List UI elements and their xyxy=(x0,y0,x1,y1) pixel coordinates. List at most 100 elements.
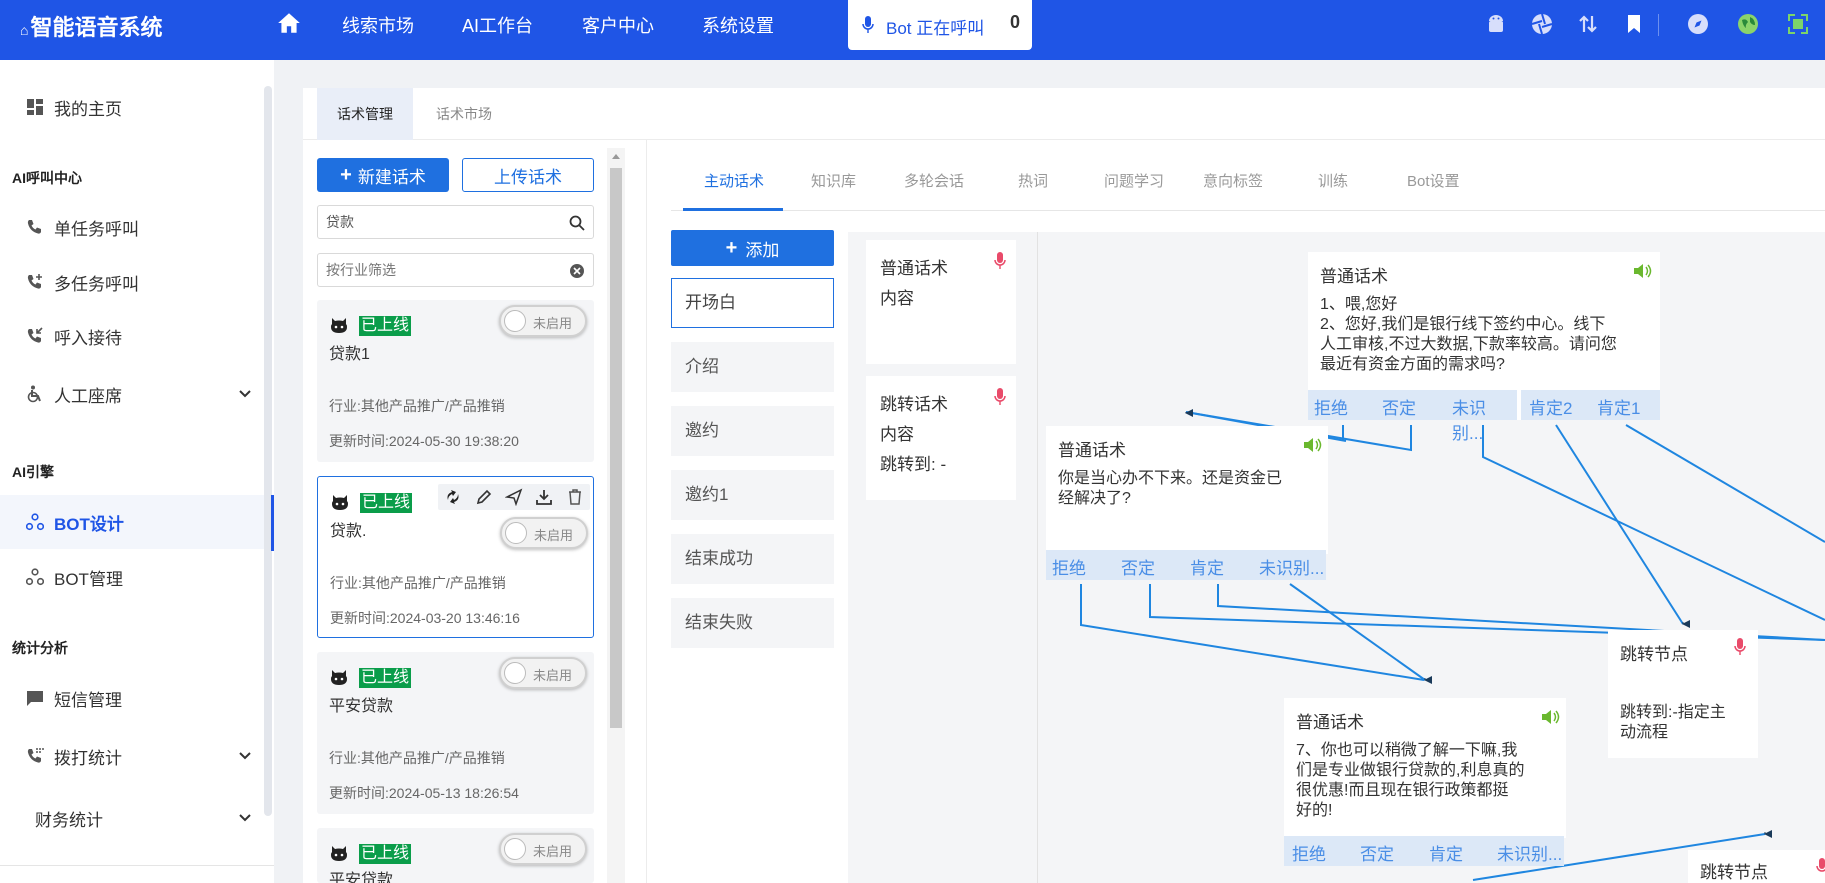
bot-call-status[interactable]: Bot 正在呼叫 0 xyxy=(848,0,1032,50)
branch-reject[interactable]: 拒绝 xyxy=(1314,394,1348,419)
node-text-line: 动流程 xyxy=(1620,724,1669,741)
node-list-item-opening[interactable]: 开场白 xyxy=(671,278,834,328)
sidebar-item-label: 呼入接待 xyxy=(54,328,122,348)
scroll-up-icon[interactable] xyxy=(611,152,621,160)
flow-node-doubt[interactable]: 普通话术 你是当心办不下来。还是资金已 经解决了? xyxy=(1046,426,1328,554)
sidebar-item-multi-call[interactable]: 多任务呼叫 xyxy=(0,255,264,309)
branch-unrecognized[interactable]: 未识别... xyxy=(1497,840,1562,865)
script-card[interactable]: 已上线 平安贷款. 未启用 xyxy=(317,828,594,883)
edit-icon[interactable] xyxy=(475,488,493,506)
microphone-icon xyxy=(994,388,1006,405)
palette-jump-script[interactable]: 跳转话术 内容 跳转到: - xyxy=(866,376,1016,500)
branch-affirm1[interactable]: 肯定1 xyxy=(1597,394,1640,419)
bookmark-icon[interactable] xyxy=(1622,12,1646,36)
clear-icon[interactable] xyxy=(569,263,585,279)
flow-node-persuade[interactable]: 普通话术 7、你也可以稍微了解一下嘛,我 们是专业做银行贷款的,利息真的 很优惠… xyxy=(1284,698,1566,838)
industry-filter-field[interactable] xyxy=(317,253,594,287)
branch-affirm[interactable]: 肯定 xyxy=(1429,840,1463,865)
app-brand[interactable]: ⌂智能语音系统 xyxy=(20,10,162,42)
flow-node-jump[interactable]: 跳转节点 xyxy=(1688,850,1825,883)
sidebar-item-finance[interactable]: 财务统计 xyxy=(0,791,264,845)
node-list-item-invite[interactable]: 邀约 xyxy=(671,406,834,456)
tab-intent-tags[interactable]: 意向标签 xyxy=(1203,170,1263,191)
tab-knowledge-base[interactable]: 知识库 xyxy=(811,170,856,191)
palette-normal-script[interactable]: 普通话术 内容 xyxy=(866,240,1016,364)
fullscreen-icon[interactable] xyxy=(1786,12,1810,36)
sidebar-item-single-call[interactable]: 单任务呼叫 xyxy=(0,200,264,254)
home-icon[interactable] xyxy=(276,10,302,36)
script-card[interactable]: 已上线 平安贷款 行业:其他产品推广/产品推销 更新时间:2024-05-13 … xyxy=(317,652,594,814)
upload-script-button[interactable]: 上传话术 xyxy=(462,158,594,192)
branch-reject[interactable]: 拒绝 xyxy=(1292,840,1326,865)
industry-filter-input[interactable] xyxy=(326,254,556,286)
sidebar-scrollbar[interactable] xyxy=(264,86,272,816)
sidebar-item-inbound[interactable]: 呼入接待 xyxy=(0,309,264,363)
enable-toggle[interactable]: 未启用 xyxy=(499,305,587,337)
sync-icon[interactable] xyxy=(444,488,462,506)
globe-icon[interactable] xyxy=(1736,12,1760,36)
search-icon[interactable] xyxy=(569,215,585,231)
node-list-item-end-success[interactable]: 结束成功 xyxy=(671,534,834,584)
script-list-scroll-thumb[interactable] xyxy=(610,168,622,728)
speaker-icon[interactable] xyxy=(1540,708,1560,726)
trash-icon[interactable] xyxy=(566,488,584,506)
node-list-item-intro[interactable]: 介绍 xyxy=(671,342,834,392)
tab-script-management[interactable]: 话术管理 xyxy=(317,88,413,140)
node-list-item-end-fail[interactable]: 结束失败 xyxy=(671,598,834,648)
search-input[interactable] xyxy=(326,206,556,238)
toggle-label: 未启用 xyxy=(533,316,573,331)
tab-hot-words[interactable]: 热词 xyxy=(1018,170,1048,191)
palette-content: 内容 xyxy=(880,289,914,308)
script-card[interactable]: 已上线 贷款1 行业:其他产品推广/产品推销 更新时间:2024-05-30 1… xyxy=(317,300,594,462)
branch-affirm[interactable]: 肯定 xyxy=(1190,554,1224,579)
sidebar-item-label: 拨打统计 xyxy=(54,748,122,768)
status-badge: 已上线 xyxy=(359,668,412,688)
node-list-item-invite1[interactable]: 邀约1 xyxy=(671,470,834,520)
speaker-icon[interactable] xyxy=(1632,262,1652,280)
enable-toggle[interactable]: 未启用 xyxy=(499,833,587,865)
tab-bot-settings[interactable]: Bot设置 xyxy=(1407,170,1460,191)
aperture-icon[interactable] xyxy=(1530,12,1554,36)
branch-unrecognized[interactable]: 未识别... xyxy=(1259,554,1324,579)
tab-multi-turn[interactable]: 多轮会话 xyxy=(904,170,964,191)
new-script-button[interactable]: + 新建话术 xyxy=(317,158,449,192)
call-count: 0 xyxy=(1009,12,1020,32)
node-text-line: 1、喂,您好 xyxy=(1320,296,1398,313)
nav-customer-center[interactable]: 客户中心 xyxy=(582,12,654,38)
branch-deny[interactable]: 否定 xyxy=(1360,840,1394,865)
sidebar-item-bot-design[interactable]: BOT设计 xyxy=(0,495,264,549)
node-branches: 拒绝 否定 未识别... xyxy=(1308,390,1517,443)
enable-toggle[interactable]: 未启用 xyxy=(500,517,588,549)
sidebar-item-home[interactable]: 我的主页 xyxy=(0,80,264,134)
node-text-line: 最近有资金方面的需求吗? xyxy=(1320,356,1505,373)
branch-deny[interactable]: 否定 xyxy=(1121,554,1155,579)
sidebar-item-sms[interactable]: 短信管理 xyxy=(0,671,264,725)
script-search-field[interactable] xyxy=(317,205,594,239)
branch-reject[interactable]: 拒绝 xyxy=(1052,554,1086,579)
nav-system-settings[interactable]: 系统设置 xyxy=(702,12,774,38)
sidebar-item-label: BOT设计 xyxy=(54,514,124,534)
enable-toggle[interactable]: 未启用 xyxy=(499,657,587,689)
speaker-icon[interactable] xyxy=(1302,436,1322,454)
tab-question-learning[interactable]: 问题学习 xyxy=(1104,170,1164,191)
sidebar-item-agent-seat[interactable]: 人工座席 xyxy=(0,367,264,421)
tab-active-scripts[interactable]: 主动话术 xyxy=(704,170,764,191)
sidebar-item-dial-stats[interactable]: 拨打统计 xyxy=(0,729,264,783)
download-icon[interactable] xyxy=(535,488,553,506)
sidebar-item-bot-manage[interactable]: BOT管理 xyxy=(0,550,264,604)
nav-ai-workbench[interactable]: AI工作台 xyxy=(462,12,533,38)
flow-node-jump[interactable]: 跳转节点 跳转到:-指定主 动流程 xyxy=(1608,630,1758,758)
toggle-knob xyxy=(504,662,526,684)
tab-training[interactable]: 训练 xyxy=(1318,170,1348,191)
nav-lead-market[interactable]: 线索市场 xyxy=(342,12,414,38)
compass-icon[interactable] xyxy=(1686,12,1710,36)
send-icon[interactable] xyxy=(504,488,523,506)
add-node-button[interactable]: + 添加 xyxy=(671,230,834,266)
branch-unrecognized[interactable]: 未识别... xyxy=(1452,394,1517,444)
script-card-selected[interactable]: 已上线 贷款. 行业:其他产品推广/产品推销 更新时间:2024-03-20 1… xyxy=(317,476,594,638)
tab-script-market[interactable]: 话术市场 xyxy=(418,88,510,140)
branch-affirm2[interactable]: 肯定2 xyxy=(1529,394,1572,419)
android-icon[interactable] xyxy=(1484,12,1508,36)
transfer-icon[interactable] xyxy=(1576,12,1600,36)
branch-deny[interactable]: 否定 xyxy=(1382,394,1416,419)
